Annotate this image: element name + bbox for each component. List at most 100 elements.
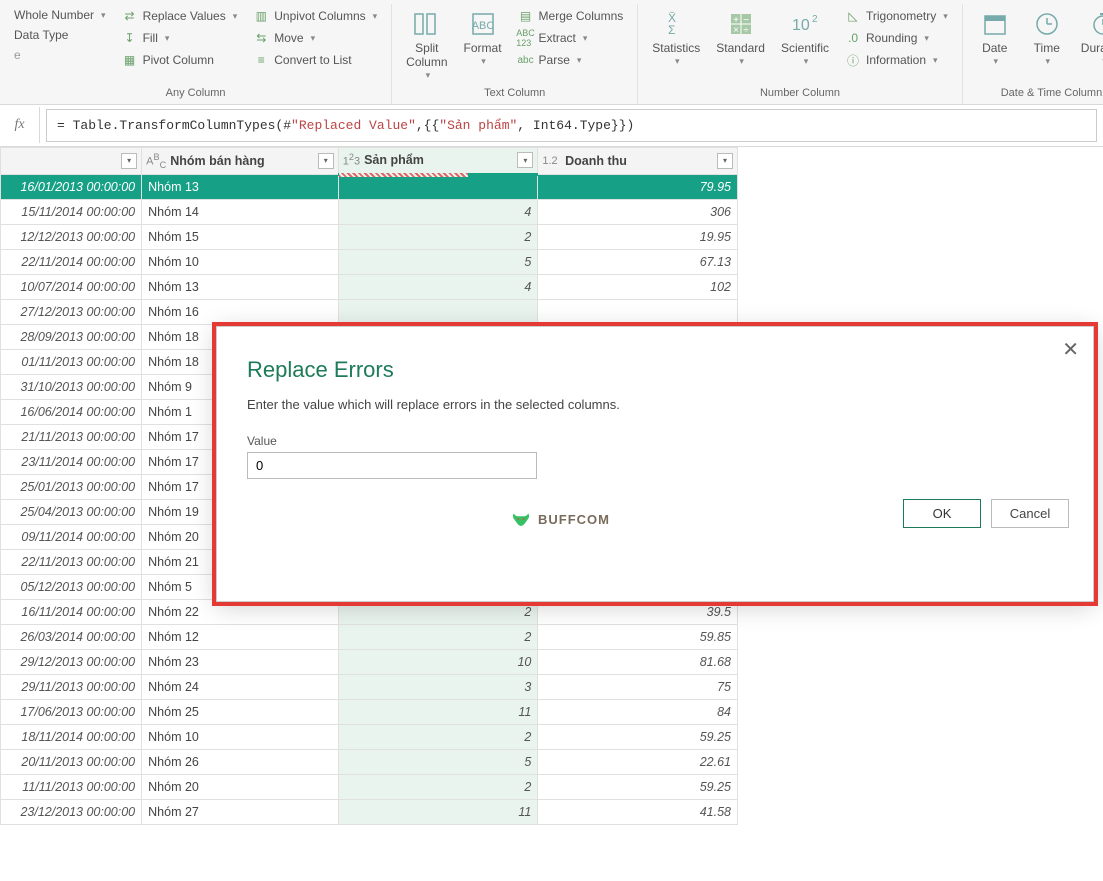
ribbon-group-number-column: X̄Σ Statistics▾ +−×÷ Standard▾ 102 Scien… bbox=[638, 4, 963, 104]
time-icon bbox=[1031, 8, 1063, 40]
table-row[interactable]: 15/11/2014 00:00:00Nhóm 144306 bbox=[1, 199, 738, 224]
fx-label: fx bbox=[0, 107, 40, 143]
information-button[interactable]: ⓘInformation▾ bbox=[841, 50, 952, 70]
table-row[interactable]: 22/11/2014 00:00:00Nhóm 10567.13 bbox=[1, 249, 738, 274]
cell-group: Nhóm 23 bbox=[142, 649, 339, 674]
cell-date: 15/11/2014 00:00:00 bbox=[1, 199, 142, 224]
cell-revenue: 84 bbox=[538, 699, 738, 724]
cell-product: 4 bbox=[338, 199, 538, 224]
cell-product: 2 bbox=[338, 624, 538, 649]
table-row[interactable]: 29/11/2013 00:00:00Nhóm 24375 bbox=[1, 674, 738, 699]
cell-revenue: 67.13 bbox=[538, 249, 738, 274]
cell-group: Nhóm 27 bbox=[142, 799, 339, 824]
whole-number-button[interactable]: Whole Number▾ bbox=[10, 6, 110, 24]
cell-product: 4 bbox=[338, 274, 538, 299]
cell-date: 22/11/2014 00:00:00 bbox=[1, 249, 142, 274]
info-icon: ⓘ bbox=[845, 52, 861, 68]
column-filter-1[interactable]: ▾ bbox=[318, 153, 334, 169]
table-row[interactable]: 16/11/2014 00:00:00Nhóm 22239.5 bbox=[1, 599, 738, 624]
fill-button[interactable]: ↧Fill▾ bbox=[118, 28, 242, 48]
cell-group: Nhóm 13 bbox=[142, 174, 339, 199]
replace-values-button[interactable]: ⇄Replace Values▾ bbox=[118, 6, 242, 26]
trigonometry-button[interactable]: ◺Trigonometry▾ bbox=[841, 6, 952, 26]
cell-date: 09/11/2014 00:00:00 bbox=[1, 524, 142, 549]
cell-date: 29/12/2013 00:00:00 bbox=[1, 649, 142, 674]
value-input[interactable] bbox=[247, 452, 537, 479]
ribbon: Whole Number▾ Data Type e ⇄Replace Value… bbox=[0, 0, 1103, 105]
column-name-revenue: Doanh thu bbox=[565, 154, 627, 168]
cell-date: 25/04/2013 00:00:00 bbox=[1, 499, 142, 524]
cell-revenue: 59.85 bbox=[538, 624, 738, 649]
cell-date: 23/12/2013 00:00:00 bbox=[1, 799, 142, 824]
formula-input[interactable]: = Table.TransformColumnTypes(#"Replaced … bbox=[46, 109, 1097, 142]
cell-group: Nhóm 24 bbox=[142, 674, 339, 699]
rename-button[interactable]: e bbox=[10, 46, 110, 64]
cell-date: 21/11/2013 00:00:00 bbox=[1, 424, 142, 449]
table-row[interactable]: 10/07/2014 00:00:00Nhóm 134102 bbox=[1, 274, 738, 299]
cell-date: 25/01/2013 00:00:00 bbox=[1, 474, 142, 499]
extract-icon: ABC123 bbox=[518, 30, 534, 46]
cell-revenue: 306 bbox=[538, 199, 738, 224]
column-name-product: Sản phẩm bbox=[364, 153, 424, 167]
data-type-button[interactable]: Data Type bbox=[10, 26, 110, 44]
table-row[interactable]: 12/12/2013 00:00:00Nhóm 15219.95 bbox=[1, 224, 738, 249]
table-row[interactable]: 26/03/2014 00:00:00Nhóm 12259.85 bbox=[1, 624, 738, 649]
cell-group: Nhóm 13 bbox=[142, 274, 339, 299]
split-column-button[interactable]: Split Column▾ bbox=[398, 4, 455, 85]
ok-button[interactable]: OK bbox=[903, 499, 981, 528]
table-row[interactable]: 16/01/2013 00:00:00Nhóm 1379.95 bbox=[1, 174, 738, 199]
table-row[interactable]: 17/06/2013 00:00:00Nhóm 251184 bbox=[1, 699, 738, 724]
group-label-datetime-column: Date & Time Column bbox=[969, 85, 1103, 102]
table-row[interactable]: 20/11/2013 00:00:00Nhóm 26522.61 bbox=[1, 749, 738, 774]
cell-revenue: 59.25 bbox=[538, 724, 738, 749]
move-button[interactable]: ⇆Move▾ bbox=[249, 28, 381, 48]
cell-revenue: 81.68 bbox=[538, 649, 738, 674]
date-button[interactable]: Date▾ bbox=[969, 4, 1021, 71]
unpivot-columns-button[interactable]: ▥Unpivot Columns▾ bbox=[249, 6, 381, 26]
cell-revenue: 19.95 bbox=[538, 224, 738, 249]
cell-date: 17/06/2013 00:00:00 bbox=[1, 699, 142, 724]
cell-product: 11 bbox=[338, 799, 538, 824]
standard-button[interactable]: +−×÷ Standard▾ bbox=[708, 4, 773, 71]
cell-date: 05/12/2013 00:00:00 bbox=[1, 574, 142, 599]
column-filter-2[interactable]: ▾ bbox=[517, 152, 533, 168]
type-icon-text: ABC bbox=[146, 152, 166, 170]
column-filter-0[interactable]: ▾ bbox=[121, 153, 137, 169]
cell-date: 16/11/2014 00:00:00 bbox=[1, 599, 142, 624]
format-button[interactable]: ABC Format▾ bbox=[456, 4, 510, 71]
table-row[interactable]: 18/11/2014 00:00:00Nhóm 10259.25 bbox=[1, 724, 738, 749]
extract-button[interactable]: ABC123Extract▾ bbox=[514, 28, 628, 48]
rounding-button[interactable]: .0Rounding▾ bbox=[841, 28, 952, 48]
scientific-button[interactable]: 102 Scientific▾ bbox=[773, 4, 837, 71]
table-row[interactable]: 29/12/2013 00:00:00Nhóm 231081.68 bbox=[1, 649, 738, 674]
parse-button[interactable]: abcParse▾ bbox=[514, 50, 628, 70]
close-button[interactable]: ✕ bbox=[1062, 337, 1079, 362]
statistics-button[interactable]: X̄Σ Statistics▾ bbox=[644, 4, 708, 71]
svg-text:÷: ÷ bbox=[743, 25, 749, 36]
group-label-number-column: Number Column bbox=[644, 85, 956, 102]
group-label-any-column: Any Column bbox=[6, 85, 385, 102]
table-row[interactable]: 23/12/2013 00:00:00Nhóm 271141.58 bbox=[1, 799, 738, 824]
cell-group: Nhóm 16 bbox=[142, 299, 339, 324]
table-row[interactable]: 11/11/2013 00:00:00Nhóm 20259.25 bbox=[1, 774, 738, 799]
date-icon bbox=[979, 8, 1011, 40]
cell-revenue bbox=[538, 299, 738, 324]
cell-product bbox=[338, 174, 538, 199]
merge-columns-button[interactable]: ▤Merge Columns bbox=[514, 6, 628, 26]
pivot-column-button[interactable]: ▦Pivot Column bbox=[118, 50, 242, 70]
time-button[interactable]: Time▾ bbox=[1021, 4, 1073, 71]
cell-product: 3 bbox=[338, 674, 538, 699]
ribbon-group-datetime-column: Date▾ Time▾ Duration▾ Date & Time Column bbox=[963, 4, 1103, 104]
cell-product: 10 bbox=[338, 649, 538, 674]
unpivot-icon: ▥ bbox=[253, 8, 269, 24]
cell-date: 01/11/2013 00:00:00 bbox=[1, 349, 142, 374]
column-filter-3[interactable]: ▾ bbox=[717, 153, 733, 169]
formula-bar: fx = Table.TransformColumnTypes(#"Replac… bbox=[0, 105, 1103, 147]
cell-group: Nhóm 15 bbox=[142, 224, 339, 249]
convert-to-list-button[interactable]: ≡Convert to List bbox=[249, 50, 381, 70]
cell-date: 20/11/2013 00:00:00 bbox=[1, 749, 142, 774]
cancel-button[interactable]: Cancel bbox=[991, 499, 1069, 528]
duration-button[interactable]: Duration▾ bbox=[1073, 4, 1103, 71]
cell-date: 10/07/2014 00:00:00 bbox=[1, 274, 142, 299]
table-row[interactable]: 27/12/2013 00:00:00Nhóm 16 bbox=[1, 299, 738, 324]
